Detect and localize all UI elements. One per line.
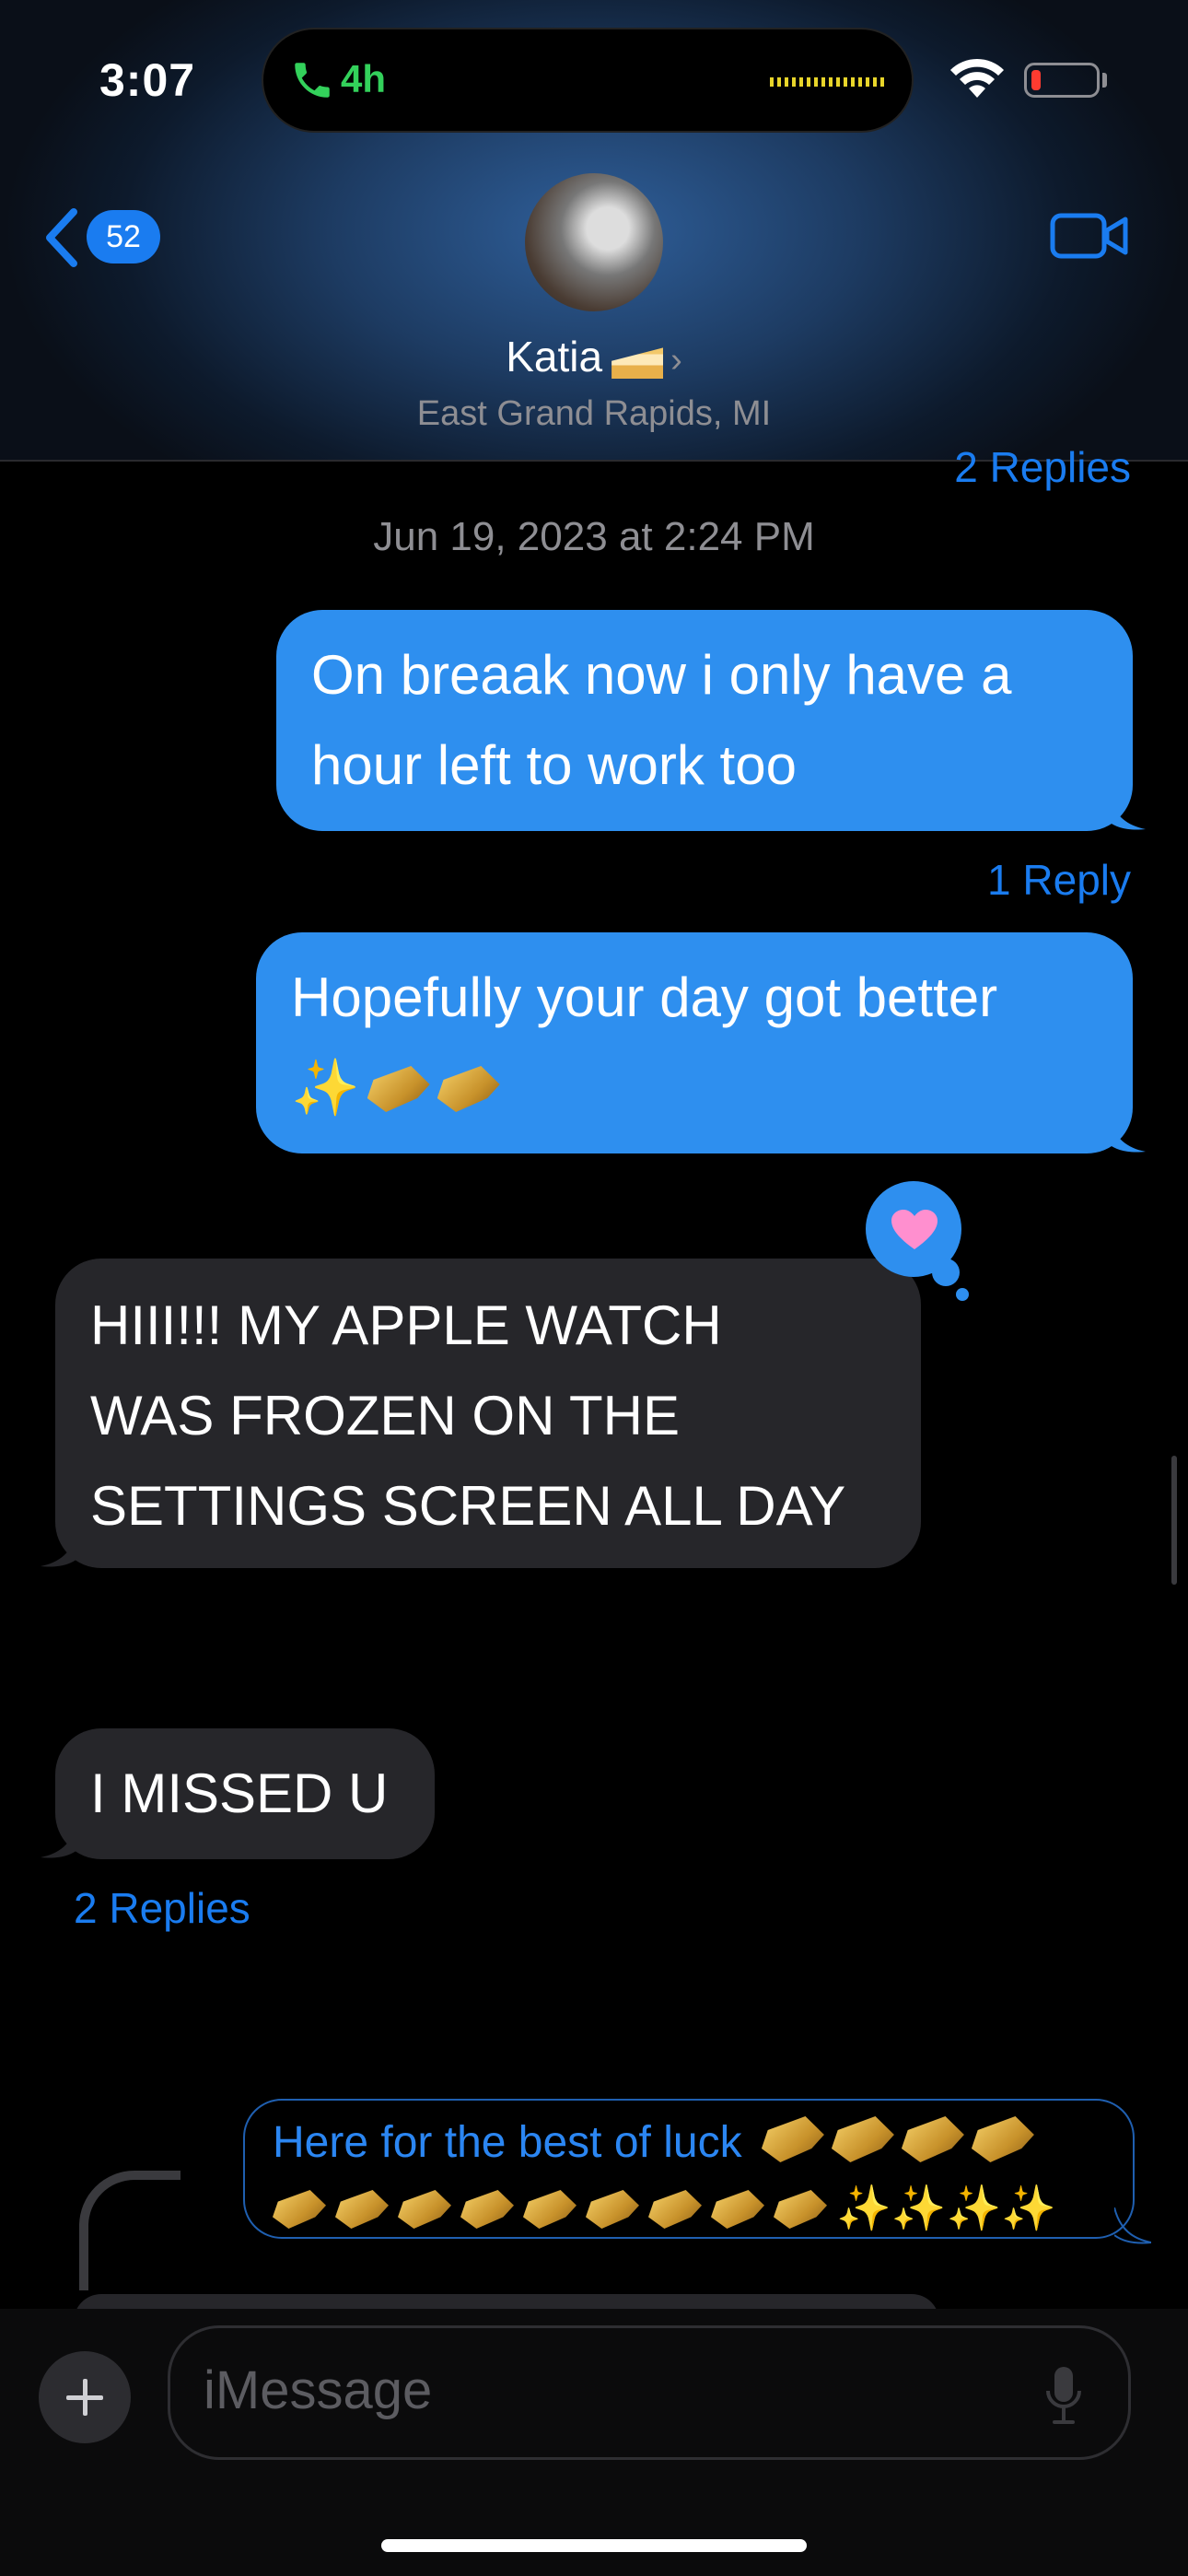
reaction-bubble-dot	[932, 1259, 960, 1286]
message-timestamp: Jun 19, 2023 at 2:24 PM	[0, 514, 1188, 560]
outgoing-message[interactable]: On breaak now i only have a hour left to…	[276, 610, 1133, 831]
reaction-bubble-dot	[956, 1288, 969, 1301]
bell-icon	[971, 2116, 1034, 2162]
battery-level	[1031, 70, 1041, 90]
back-button[interactable]: 52	[42, 201, 162, 275]
scroll-indicator[interactable]	[1171, 1456, 1177, 1585]
reply-preview-text: Here for the best of luck	[273, 2118, 742, 2167]
message-line: I MISSED U	[90, 1762, 389, 1824]
incoming-message[interactable]: HIII!!! MY APPLE WATCH WAS FROZEN ON THE…	[55, 1259, 921, 1568]
bell-icon	[648, 2190, 702, 2229]
message-line: HIII!!! MY APPLE WATCH	[90, 1294, 722, 1356]
incoming-message[interactable]: I MISSED U	[55, 1728, 435, 1859]
message-line: WAS FROZEN ON THE	[90, 1385, 681, 1446]
microphone-icon[interactable]	[1045, 2365, 1082, 2426]
timestamp-time: 2:24 PM	[663, 514, 815, 559]
bell-icon	[761, 2116, 824, 2162]
video-camera-icon[interactable]	[1050, 210, 1129, 262]
unread-count-badge: 52	[87, 210, 160, 263]
reply-preview-emoji-line: ✨✨✨✨	[273, 2176, 1105, 2242]
message-input[interactable]: iMessage	[168, 2325, 1131, 2460]
bubble-tail	[41, 1822, 77, 1858]
outgoing-message[interactable]: Hopefully your day got better ✨	[256, 932, 1133, 1153]
thread-replies-link[interactable]: 2 Replies	[74, 1883, 250, 1933]
message-line: hour left to work too	[311, 734, 797, 796]
message-input-placeholder: iMessage	[204, 2360, 433, 2420]
status-time: 3:07	[99, 54, 196, 106]
contact-name-text: Katia	[506, 333, 603, 381]
bell-icon	[460, 2190, 514, 2229]
wifi-icon	[950, 58, 1004, 98]
bell-icon	[831, 2116, 894, 2162]
bell-icon	[774, 2190, 827, 2229]
message-line: SETTINGS SCREEN ALL DAY	[90, 1475, 846, 1537]
timestamp-at: at	[618, 514, 653, 559]
phone-icon	[295, 63, 330, 98]
bell-icon	[586, 2190, 639, 2229]
contact-name[interactable]: Katia ›	[0, 332, 1188, 381]
contact-avatar[interactable]	[525, 173, 663, 311]
sparkles-icon: ✨	[291, 1057, 360, 1118]
bell-icon	[437, 1066, 500, 1112]
bell-icon	[523, 2190, 577, 2229]
thread-replies-link[interactable]: 2 Replies	[954, 442, 1131, 492]
bubble-tail	[1114, 2207, 1151, 2244]
bell-icon	[711, 2190, 764, 2229]
thread-reply-link[interactable]: 1 Reply	[987, 855, 1131, 905]
bell-icon	[273, 2190, 326, 2229]
home-indicator[interactable]	[381, 2539, 807, 2552]
chevron-right-icon: ›	[670, 341, 682, 380]
sparkles-icon: ✨✨✨✨	[836, 2184, 1057, 2233]
bell-icon	[398, 2190, 451, 2229]
contact-location: East Grand Rapids, MI	[416, 394, 772, 433]
dynamic-island-call[interactable]: 4h	[262, 28, 914, 133]
audio-waveform-icon	[770, 77, 888, 87]
emoji-line: ✨	[291, 1043, 1098, 1133]
bubble-tail	[1109, 1117, 1146, 1153]
reply-preview-line: Here for the best of luck	[273, 2110, 1105, 2176]
bell-icon	[335, 2190, 389, 2229]
bell-icon	[367, 1066, 430, 1112]
message-line: Hopefully your day got better	[291, 966, 998, 1028]
chevron-left-icon	[46, 208, 77, 267]
thread-connector-line	[79, 2171, 181, 2290]
message-line: On breaak now i only have a	[311, 644, 1012, 706]
plus-icon[interactable]	[39, 2351, 131, 2443]
cake-icon	[611, 347, 664, 379]
bubble-tail	[41, 1531, 77, 1567]
call-duration: 4h	[341, 57, 387, 100]
timestamp-date: Jun 19, 2023	[373, 514, 608, 559]
bubble-tail	[1109, 794, 1146, 830]
battery-tip	[1102, 73, 1107, 88]
pink-heart-icon	[891, 1210, 938, 1249]
reply-preview-bubble[interactable]: Here for the best of luck ✨✨✨✨	[243, 2099, 1135, 2239]
bell-icon	[901, 2116, 964, 2162]
battery-icon	[1024, 63, 1100, 98]
